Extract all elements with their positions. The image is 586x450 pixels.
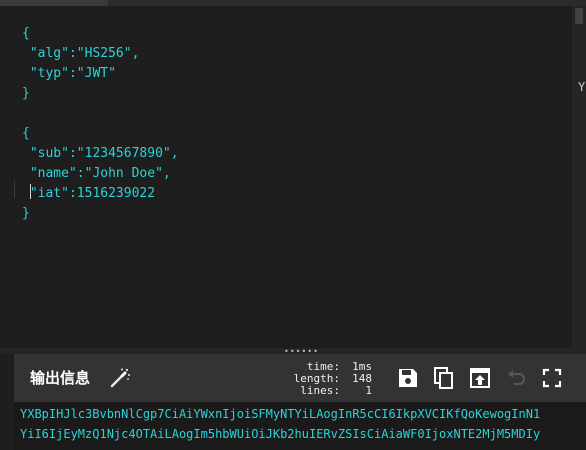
output-line: YXBpIHJlc3BvbnNlCgp7CiAiYWxnIjoiSFMyNTYi… xyxy=(20,407,541,421)
edge-glyph: Y xyxy=(578,80,586,94)
code-line: "sub":"1234567890", xyxy=(29,146,179,161)
scrollbar-thumb[interactable] xyxy=(575,8,583,24)
code-line: { xyxy=(22,26,30,41)
output-title: 输出信息 xyxy=(30,369,91,387)
input-editor[interactable]: { "alg":"HS256", "typ":"JWT" } { "sub":"… xyxy=(0,6,572,348)
fullscreen-icon[interactable] xyxy=(540,366,564,390)
save-icon[interactable] xyxy=(396,366,420,390)
code-line: "iat":1516239022 xyxy=(29,184,156,201)
code-line: } xyxy=(22,206,30,221)
editor-scrollbar[interactable] xyxy=(572,6,586,348)
lines-label: lines: xyxy=(300,384,340,397)
code-line: "alg":"HS256", xyxy=(29,46,140,61)
output-left-edge xyxy=(0,354,14,450)
open-in-new-icon[interactable] xyxy=(468,366,492,390)
output-header: 输出信息 time: 1ms length: 148 lines: 1 xyxy=(14,354,586,402)
code-line: { xyxy=(22,126,30,141)
editor-gutter xyxy=(0,6,14,348)
output-text-area[interactable]: YXBpIHJlc3BvbnNlCgp7CiAiYWxnIjoiSFMyNTYi… xyxy=(14,402,586,450)
copy-icon[interactable] xyxy=(432,366,456,390)
wand-icon[interactable] xyxy=(109,367,131,389)
output-line: YiI6IjEyMzQ1Njc4OTAiLAogIm5hbWUiOiJKb2hu… xyxy=(20,427,541,441)
code-line: "typ":"JWT" xyxy=(29,66,116,81)
lines-value: 1 xyxy=(365,384,372,397)
undo-icon[interactable] xyxy=(504,366,528,390)
code-line: } xyxy=(22,86,30,101)
gutter-marker xyxy=(14,180,15,198)
code-line: "name":"John Doe", xyxy=(29,166,171,181)
